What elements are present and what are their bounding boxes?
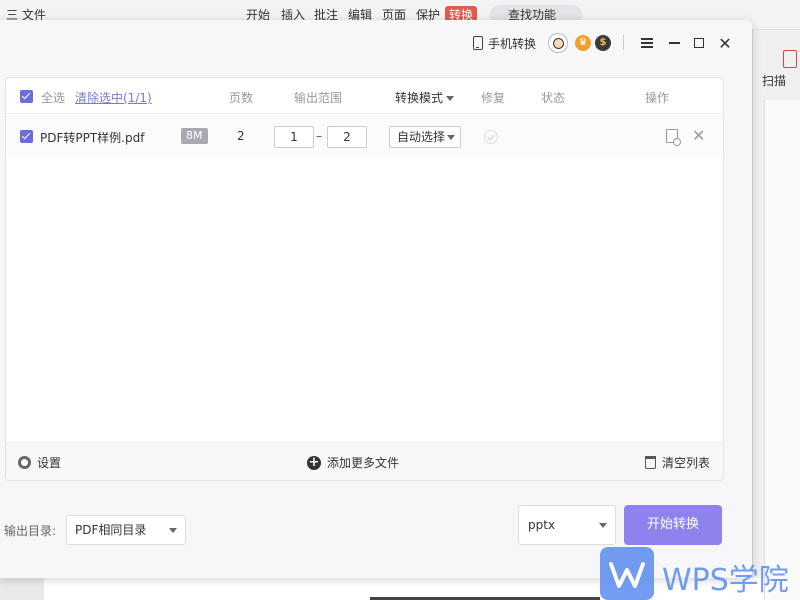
chevron-down-icon [447,135,455,140]
chevron-down-icon [599,523,607,528]
avatar[interactable] [548,33,568,53]
page-count: 2 [237,129,245,143]
wps-logo-icon [600,547,654,600]
pdf-convert-dialog: 手机转换 ♛ $ ✕ 全选 清除选中(1/1) 页数 输出范围 转换模式 修复 … [0,20,752,578]
trash-icon [645,456,656,469]
panel-footer: 设置 + 添加更多文件 清空列表 [6,442,723,480]
file-name: PDF转PPT样例.pdf [40,131,145,145]
avatar-face-icon [553,38,564,49]
repair-check-icon[interactable] [484,130,498,144]
clear-list-button[interactable]: 清空列表 [645,454,710,471]
mode-select[interactable]: 自动选择 [389,126,461,148]
select-all-checkbox[interactable] [20,90,33,103]
clear-list-label: 清空列表 [662,456,711,470]
settings-button[interactable]: 设置 [18,454,61,471]
add-more-files-button[interactable]: + 添加更多文件 [307,454,399,471]
chevron-down-icon [446,96,455,101]
settings-label: 设置 [37,456,62,470]
table-row: PDF转PPT样例.pdf 8M 2 1 – 2 自动选择 ✕ [6,116,723,158]
menu-icon[interactable] [637,33,657,53]
select-all-label[interactable]: 全选 [41,89,65,106]
format-select[interactable]: pptx [518,505,616,545]
close-icon[interactable]: ✕ [715,33,735,53]
plus-circle-icon: + [307,454,321,470]
watermark-text: WPS学院 [662,563,789,598]
file-size-badge: 8M [181,128,208,144]
gear-icon [18,456,31,469]
format-value: pptx [528,518,556,532]
col-actions: 操作 [645,91,670,105]
col-pages: 页数 [229,91,254,105]
mode-select-value: 自动选择 [397,130,446,144]
col-repair: 修复 [481,91,506,105]
clear-selection-link[interactable]: 清除选中(1/1) [75,89,152,106]
phone-icon [473,36,483,50]
preview-file-icon[interactable] [666,129,681,146]
col-range: 输出范围 [294,91,343,105]
range-to-input[interactable]: 2 [327,126,367,148]
range-from-input[interactable]: 1 [274,126,314,148]
output-dir-label: 输出目录: [4,524,57,538]
minimize-icon[interactable] [664,33,684,53]
background-doc-strip [764,100,800,600]
table-header: 全选 清除选中(1/1) 页数 输出范围 转换模式 修复 状态 操作 [6,78,723,114]
output-dir-select[interactable]: PDF相同目录 [66,515,186,545]
col-mode-dropdown[interactable]: 转换模式 [395,89,455,106]
file-list-panel: 全选 清除选中(1/1) 页数 输出范围 转换模式 修复 状态 操作 PDF转P… [5,77,724,481]
dialog-titlebar: 手机转换 ♛ $ ✕ [0,20,752,66]
coin-badge-icon[interactable]: $ [595,35,611,51]
scan-icon[interactable] [783,50,797,68]
remove-file-icon[interactable]: ✕ [692,126,705,145]
bg-scan-label: 扫描 [762,74,787,88]
titlebar-divider [623,35,624,50]
col-mode-label: 转换模式 [395,91,444,105]
maximize-icon[interactable] [689,33,709,53]
range-separator: – [316,129,322,143]
phone-convert-button[interactable]: 手机转换 [473,34,536,52]
row-checkbox[interactable] [20,130,33,143]
phone-convert-label: 手机转换 [488,36,537,51]
col-status: 状态 [541,91,566,105]
add-more-files-label: 添加更多文件 [327,456,400,470]
vip-badge-icon[interactable]: ♛ [575,35,591,51]
output-dir-value: PDF相同目录 [75,523,147,537]
chevron-down-icon [169,528,177,533]
wps-watermark: WPS学院 [600,547,800,600]
start-convert-button[interactable]: 开始转换 [624,505,722,545]
